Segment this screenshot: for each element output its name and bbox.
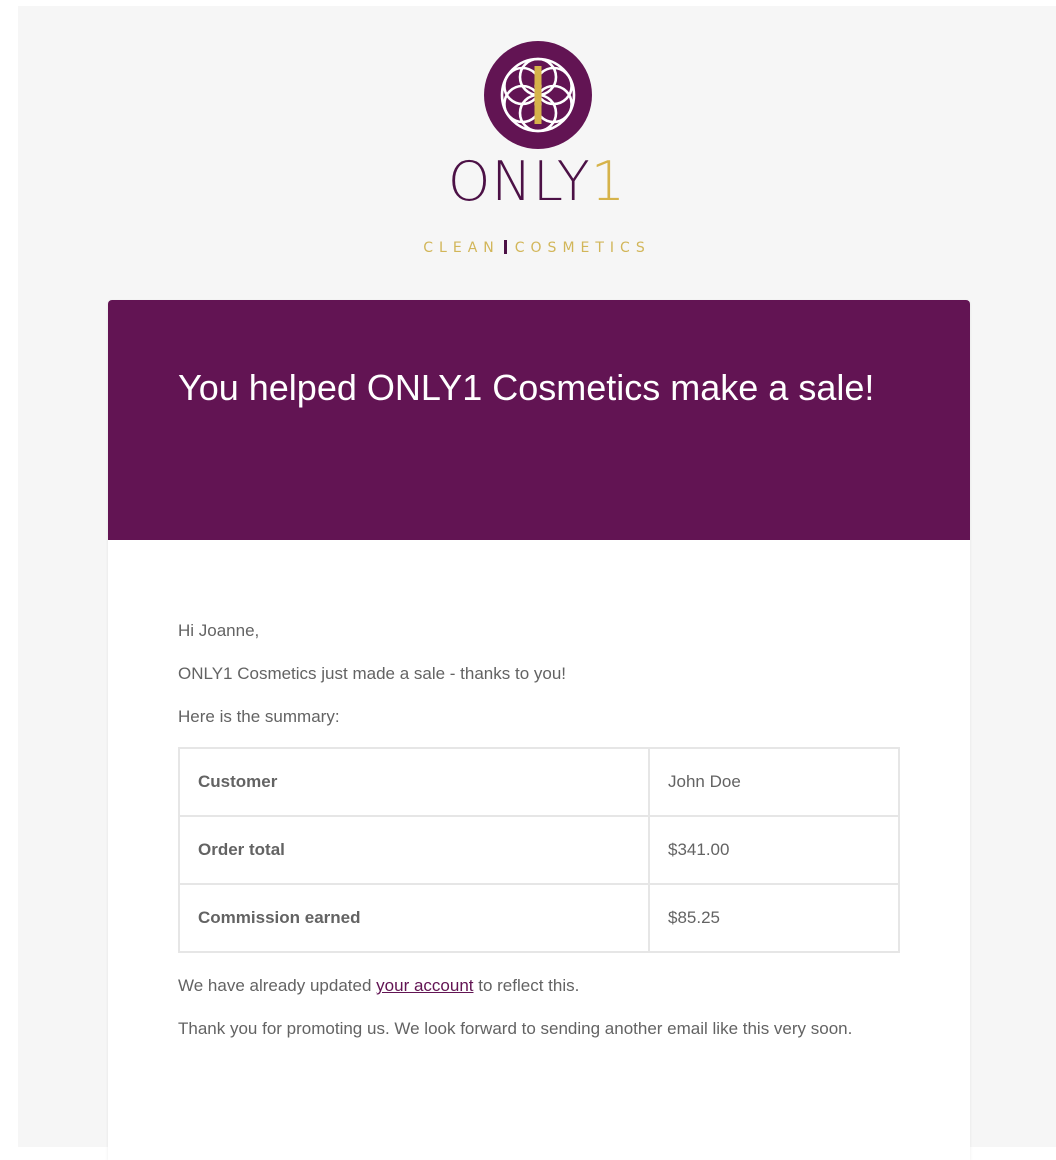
email-body: Hi Joanne, ONLY1 Cosmetics just made a s… bbox=[108, 540, 970, 1042]
tagline-left: CLEAN bbox=[423, 240, 500, 256]
account-update-text: We have already updated your account to … bbox=[178, 973, 900, 999]
brand-name-suffix: 1 bbox=[590, 150, 627, 213]
email-card: You helped ONLY1 Cosmetics make a sale! … bbox=[108, 300, 970, 1160]
email-header: You helped ONLY1 Cosmetics make a sale! bbox=[108, 300, 970, 540]
table-row: Order total $341.00 bbox=[178, 815, 900, 885]
summary-table: Customer John Doe Order total $341.00 Co… bbox=[178, 747, 900, 953]
row-label-customer: Customer bbox=[178, 747, 650, 817]
table-row: Customer John Doe bbox=[178, 747, 900, 817]
intro-text: ONLY1 Cosmetics just made a sale - thank… bbox=[178, 664, 567, 683]
flower-of-life-logo-icon bbox=[484, 41, 592, 149]
email-background: ONLY1 CLEAN COSMETICS You helped ONLY1 Co… bbox=[18, 6, 1056, 1160]
email-heading: You helped ONLY1 Cosmetics make a sale! bbox=[178, 367, 875, 408]
brand-logo: ONLY1 CLEAN COSMETICS bbox=[18, 6, 1056, 286]
row-value-commission: $85.25 bbox=[648, 883, 900, 953]
update-text-before: We have already updated bbox=[178, 976, 377, 995]
brand-tagline: CLEAN COSMETICS bbox=[18, 240, 1056, 256]
row-label-order-total: Order total bbox=[178, 815, 650, 885]
row-label-commission: Commission earned bbox=[178, 883, 650, 953]
closing-text: Thank you for promoting us. We look forw… bbox=[178, 1019, 853, 1038]
summary-intro: Here is the summary: bbox=[178, 707, 340, 726]
tagline-right: COSMETICS bbox=[514, 240, 651, 256]
brand-wordmark: ONLY1 bbox=[18, 152, 1056, 212]
table-row: Commission earned $85.25 bbox=[178, 883, 900, 953]
update-text-after: to reflect this. bbox=[473, 976, 580, 995]
row-value-order-total: $341.00 bbox=[648, 815, 900, 885]
brand-name: ONLY bbox=[447, 150, 591, 213]
your-account-link[interactable]: your account bbox=[376, 976, 473, 995]
greeting: Hi Joanne, bbox=[178, 621, 260, 640]
tagline-divider bbox=[503, 240, 507, 254]
row-value-customer: John Doe bbox=[648, 747, 900, 817]
